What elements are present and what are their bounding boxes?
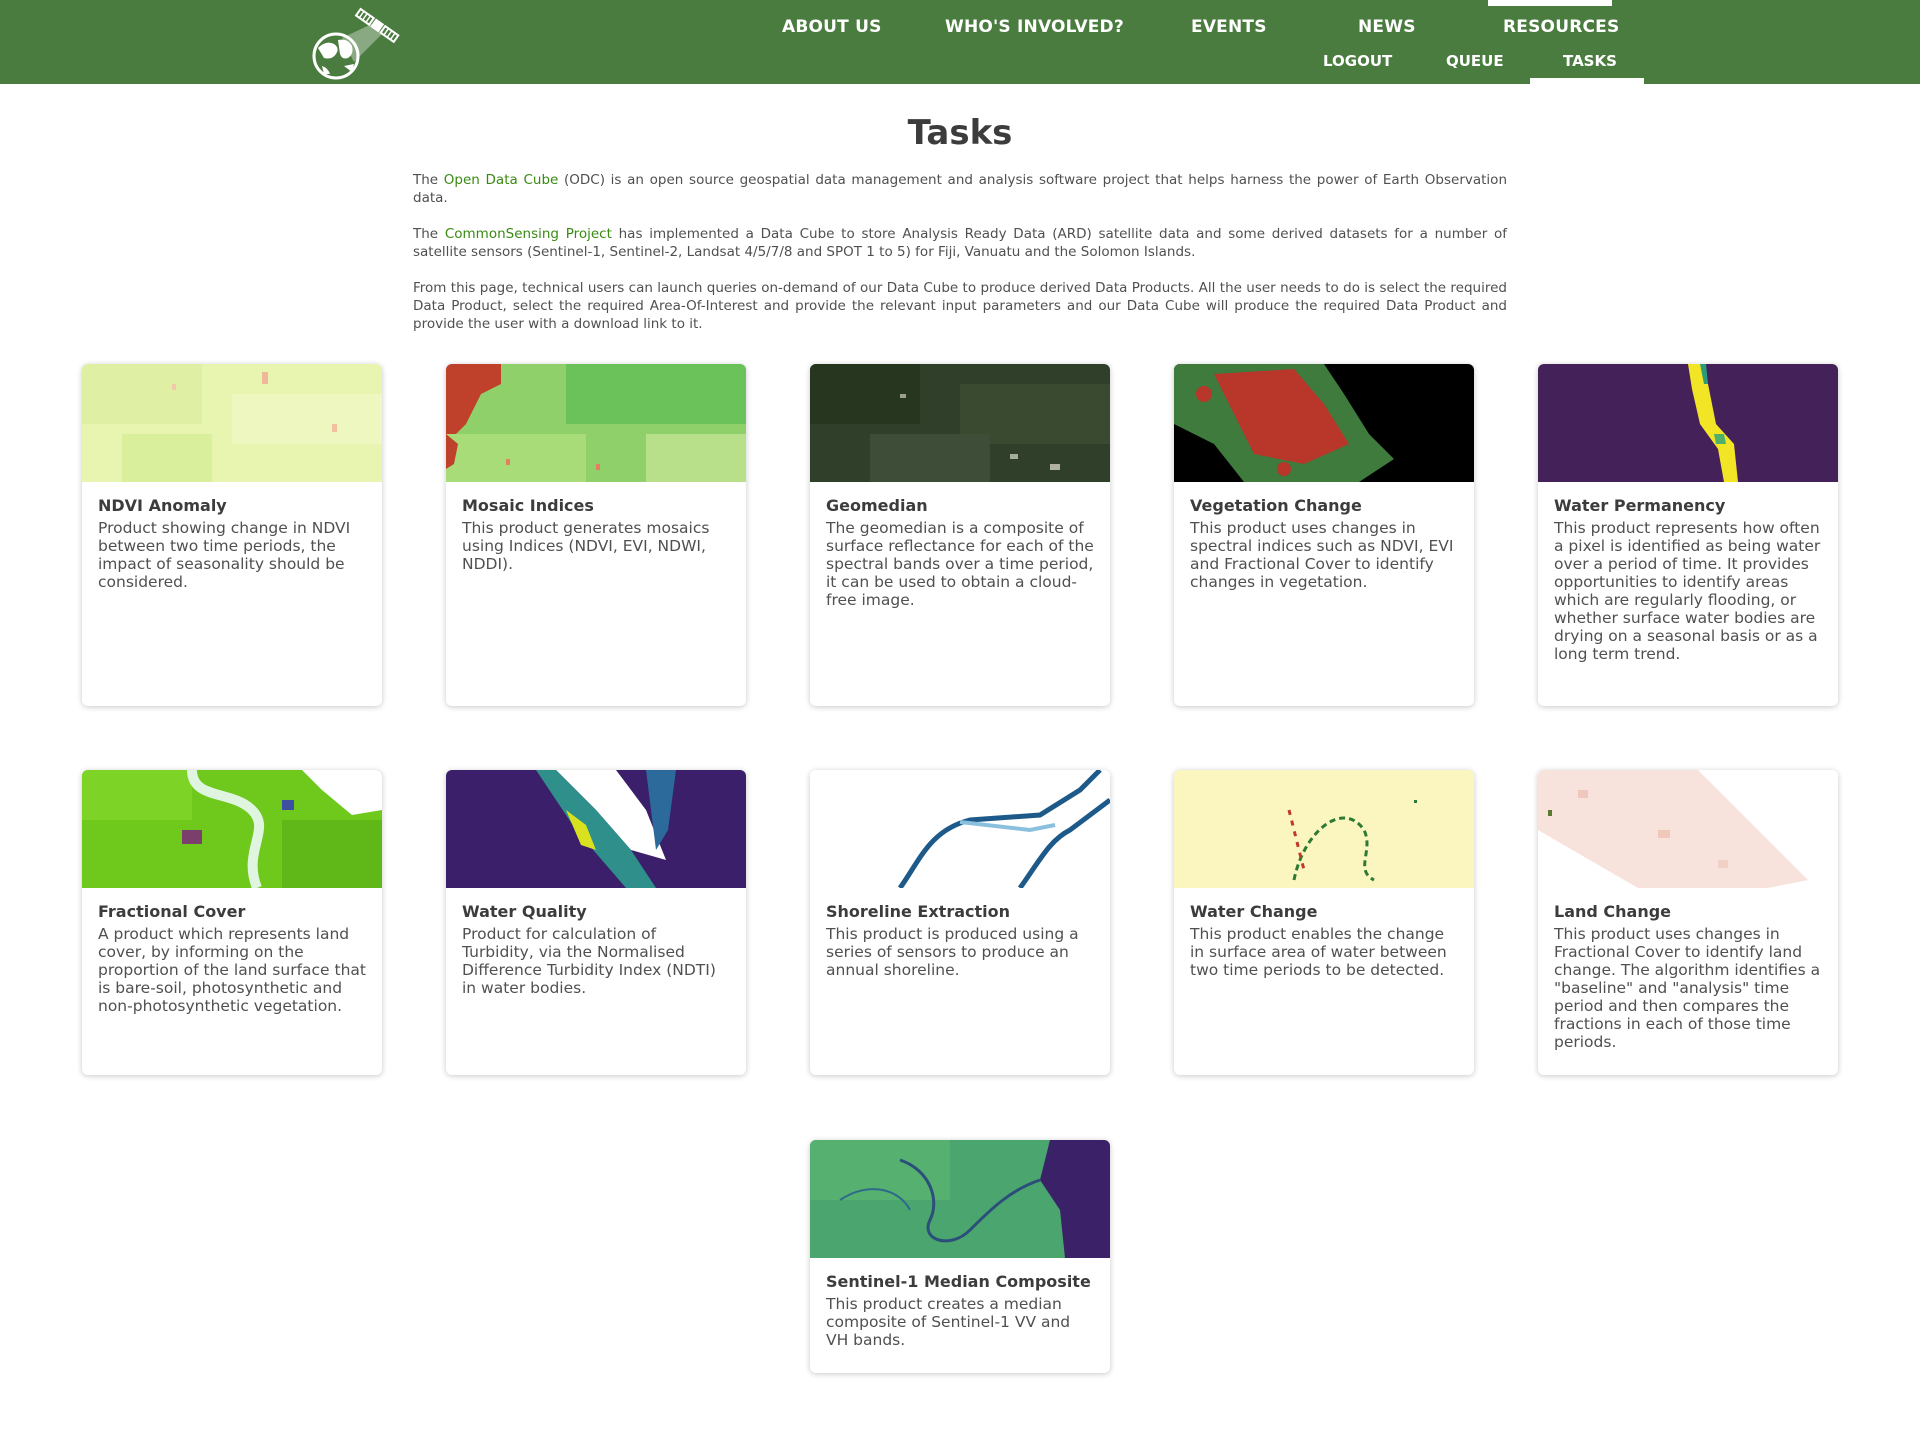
- card-sentinel1-median-composite[interactable]: Sentinel-1 Median Composite This product…: [810, 1140, 1110, 1373]
- water-quality-thumbnail: [446, 770, 746, 888]
- nav-queue[interactable]: QUEUE: [1446, 52, 1504, 70]
- site-header: ABOUT US WHO'S INVOLVED? EVENTS NEWS RES…: [0, 0, 1920, 84]
- intro-text-span: (ODC) is an open source geospatial data …: [413, 172, 1507, 206]
- card-description: A product which represents land cover, b…: [98, 925, 366, 1015]
- card-mosaic-indices[interactable]: Mosaic Indices This product generates mo…: [446, 364, 746, 706]
- open-data-cube-link[interactable]: Open Data Cube: [444, 172, 559, 188]
- geomedian-thumbnail: [810, 364, 1110, 482]
- fractional-cover-thumbnail: [82, 770, 382, 888]
- sentinel1-median-composite-thumbnail: [810, 1140, 1110, 1258]
- shoreline-extraction-thumbnail: [810, 770, 1110, 888]
- ndvi-anomaly-thumbnail: [82, 364, 382, 482]
- main-nav: ABOUT US WHO'S INVOLVED? EVENTS NEWS RES…: [0, 0, 1920, 54]
- nav-whos-involved[interactable]: WHO'S INVOLVED?: [945, 17, 1124, 37]
- card-title: Mosaic Indices: [462, 496, 594, 515]
- card-description: This product uses changes in spectral in…: [1190, 519, 1454, 591]
- vegetation-change-thumbnail: [1174, 364, 1474, 482]
- mosaic-indices-thumbnail: [446, 364, 746, 482]
- card-description: This product enables the change in surfa…: [1190, 925, 1447, 979]
- card-title: NDVI Anomaly: [98, 496, 227, 515]
- intro-text-span: The: [413, 172, 444, 188]
- page-title: Tasks: [907, 113, 1013, 153]
- card-ndvi-anomaly[interactable]: NDVI Anomaly Product showing change in N…: [82, 364, 382, 706]
- card-title: Land Change: [1554, 902, 1672, 921]
- tasks-active-indicator: [1530, 78, 1644, 84]
- intro-paragraph-3: From this page, technical users can laun…: [413, 280, 1507, 332]
- card-title: Geomedian: [826, 496, 928, 515]
- card-title: Water Quality: [462, 902, 587, 921]
- card-land-change[interactable]: Land Change This product uses changes in…: [1538, 770, 1838, 1075]
- intro-text: The Open Data Cube (ODC) is an open sour…: [413, 171, 1507, 351]
- card-title: Water Permanency: [1554, 496, 1726, 515]
- intro-paragraph-1: The Open Data Cube (ODC) is an open sour…: [413, 171, 1507, 207]
- card-water-quality[interactable]: Water Quality Product for calculation of…: [446, 770, 746, 1075]
- card-description: Product showing change in NDVI between t…: [98, 519, 351, 591]
- card-vegetation-change[interactable]: Vegetation Change This product uses chan…: [1174, 364, 1474, 706]
- card-title: Water Change: [1190, 902, 1318, 921]
- nav-about-us[interactable]: ABOUT US: [782, 17, 882, 37]
- card-water-change[interactable]: Water Change This product enables the ch…: [1174, 770, 1474, 1075]
- card-water-permanency[interactable]: Water Permanency This product represents…: [1538, 364, 1838, 706]
- card-fractional-cover[interactable]: Fractional Cover A product which represe…: [82, 770, 382, 1075]
- nav-news[interactable]: NEWS: [1358, 17, 1416, 37]
- card-description: This product represents how often a pixe…: [1554, 519, 1821, 663]
- card-description: This product generates mosaics using Ind…: [462, 519, 710, 573]
- nav-logout[interactable]: LOGOUT: [1323, 52, 1392, 70]
- nav-tasks[interactable]: TASKS: [1563, 52, 1617, 70]
- intro-paragraph-2: The CommonSensing Project has implemente…: [413, 225, 1507, 261]
- nav-resources[interactable]: RESOURCES: [1503, 17, 1619, 37]
- card-title: Sentinel-1 Median Composite: [826, 1272, 1091, 1291]
- card-description: Product for calculation of Turbidity, vi…: [462, 925, 716, 997]
- commonsensing-project-link[interactable]: CommonSensing Project: [445, 226, 612, 242]
- card-title: Shoreline Extraction: [826, 902, 1011, 921]
- card-title: Fractional Cover: [98, 902, 246, 921]
- card-title: Vegetation Change: [1190, 496, 1362, 515]
- water-change-thumbnail: [1174, 770, 1474, 888]
- card-description: This product uses changes in Fractional …: [1554, 925, 1821, 1051]
- land-change-thumbnail: [1538, 770, 1838, 888]
- intro-text-span: The: [413, 226, 445, 242]
- card-description: This product creates a median composite …: [826, 1295, 1071, 1349]
- card-geomedian[interactable]: Geomedian The geomedian is a composite o…: [810, 364, 1110, 706]
- card-description: The geomedian is a composite of surface …: [826, 519, 1094, 609]
- nav-events[interactable]: EVENTS: [1191, 17, 1267, 37]
- water-permanency-thumbnail: [1538, 364, 1838, 482]
- card-shoreline-extraction[interactable]: Shoreline Extraction This product is pro…: [810, 770, 1110, 1075]
- card-description: This product is produced using a series …: [826, 925, 1079, 979]
